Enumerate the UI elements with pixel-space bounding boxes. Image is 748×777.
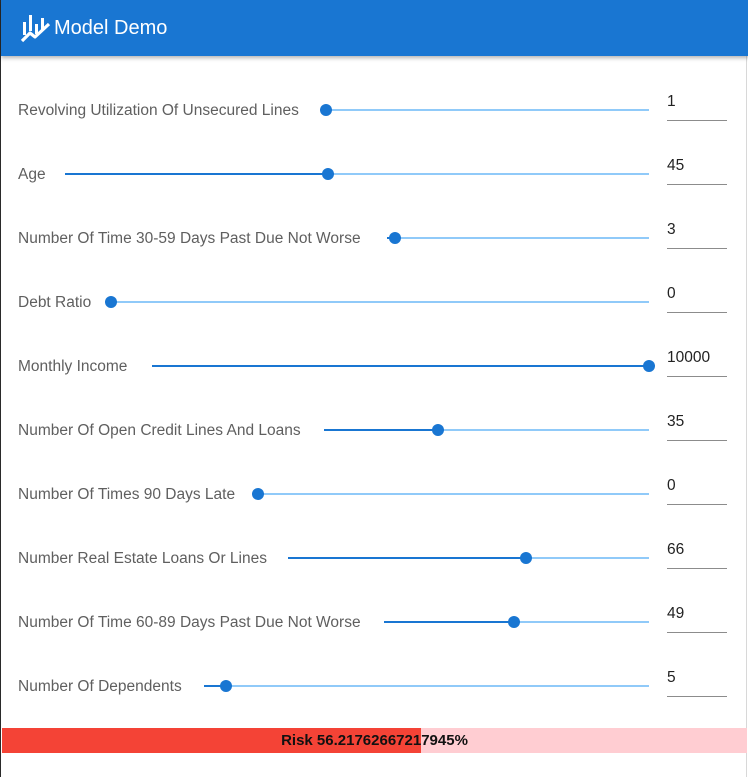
feature-row: Debt Ratio [2,280,747,324]
feature-label: Age [18,166,46,183]
feature-slider[interactable] [152,356,655,376]
feature-slider[interactable] [252,484,649,504]
feature-label: Number Of Times 90 Days Late [18,486,236,503]
feature-value-field [667,472,727,505]
slider-track [152,365,649,367]
feature-slider[interactable] [324,420,649,440]
feature-row: Revolving Utilization Of Unsecured Lines [2,88,747,132]
feature-label: Number Of Open Credit Lines And Loans [18,422,301,439]
feature-value-input[interactable] [667,604,727,624]
feature-value-input[interactable] [667,540,727,560]
feature-value-field [667,536,727,569]
slider-rail [111,301,649,303]
app-window: Model Demo Revolving Utilization Of Unse… [0,0,748,777]
slider-thumb[interactable] [507,616,520,628]
feature-label: Debt Ratio [18,294,92,311]
feature-label: Number Of Time 60-89 Days Past Due Not W… [18,614,361,631]
feature-value-input[interactable] [667,92,727,112]
app-bar: Model Demo [1,0,748,56]
slider-thumb[interactable] [643,360,655,372]
slider-track [288,557,527,559]
app-title: Model Demo [54,17,168,39]
slider-rail [387,237,649,239]
slider-rail [326,109,649,111]
slider-thumb[interactable] [321,168,334,180]
slider-track [384,621,514,623]
slider-rail [204,685,649,687]
slider-thumb[interactable] [431,424,444,436]
line-chart-logo-icon [20,15,51,43]
feature-slider[interactable] [320,100,649,120]
feature-value-input[interactable] [667,476,727,496]
feature-value-field [667,344,727,377]
slider-thumb[interactable] [105,296,117,308]
slider-thumb[interactable] [388,232,401,244]
slider-rail [258,493,649,495]
slider-thumb[interactable] [220,680,233,692]
feature-row: Number Of Times 90 Days Late [2,472,747,516]
slider-thumb[interactable] [320,104,332,116]
risk-label: Risk 56.21762667217945% [281,732,468,749]
feature-value-field [667,600,727,633]
feature-row: Number Of Open Credit Lines And Loans [2,408,747,452]
slider-thumb[interactable] [252,488,264,500]
slider-track [65,173,328,175]
feature-value-input[interactable] [667,156,727,176]
feature-value-input[interactable] [667,412,727,432]
feature-slider[interactable] [204,676,649,696]
feature-slider[interactable] [105,292,649,312]
feature-value-input[interactable] [667,348,727,368]
slider-thumb[interactable] [520,552,533,564]
feature-value-field [667,280,727,313]
feature-value-field [667,664,727,697]
feature-slider[interactable] [65,164,649,184]
feature-row: Age [2,152,747,196]
feature-row: Number Of Time 30-59 Days Past Due Not W… [2,216,747,260]
feature-value-field [667,408,727,441]
feature-value-input[interactable] [667,668,727,688]
feature-value-field [667,88,727,121]
feature-slider[interactable] [384,612,649,632]
feature-value-input[interactable] [667,284,727,304]
feature-label: Number Real Estate Loans Or Lines [18,550,267,567]
feature-label: Monthly Income [18,358,128,375]
feature-row: Number Of Dependents [2,664,747,708]
feature-value-input[interactable] [667,220,727,240]
feature-value-field [667,216,727,249]
feature-slider[interactable] [387,228,649,248]
feature-slider[interactable] [288,548,649,568]
feature-label: Number Of Dependents [18,678,182,695]
feature-row: Number Of Time 60-89 Days Past Due Not W… [2,600,747,644]
slider-track [324,429,438,431]
feature-row: Number Real Estate Loans Or Lines [2,536,747,580]
feature-value-field [667,152,727,185]
risk-bar: Risk 56.21762667217945% [2,728,747,753]
feature-label: Revolving Utilization Of Unsecured Lines [18,102,299,119]
feature-label: Number Of Time 30-59 Days Past Due Not W… [18,230,361,247]
feature-row: Monthly Income [2,344,747,388]
